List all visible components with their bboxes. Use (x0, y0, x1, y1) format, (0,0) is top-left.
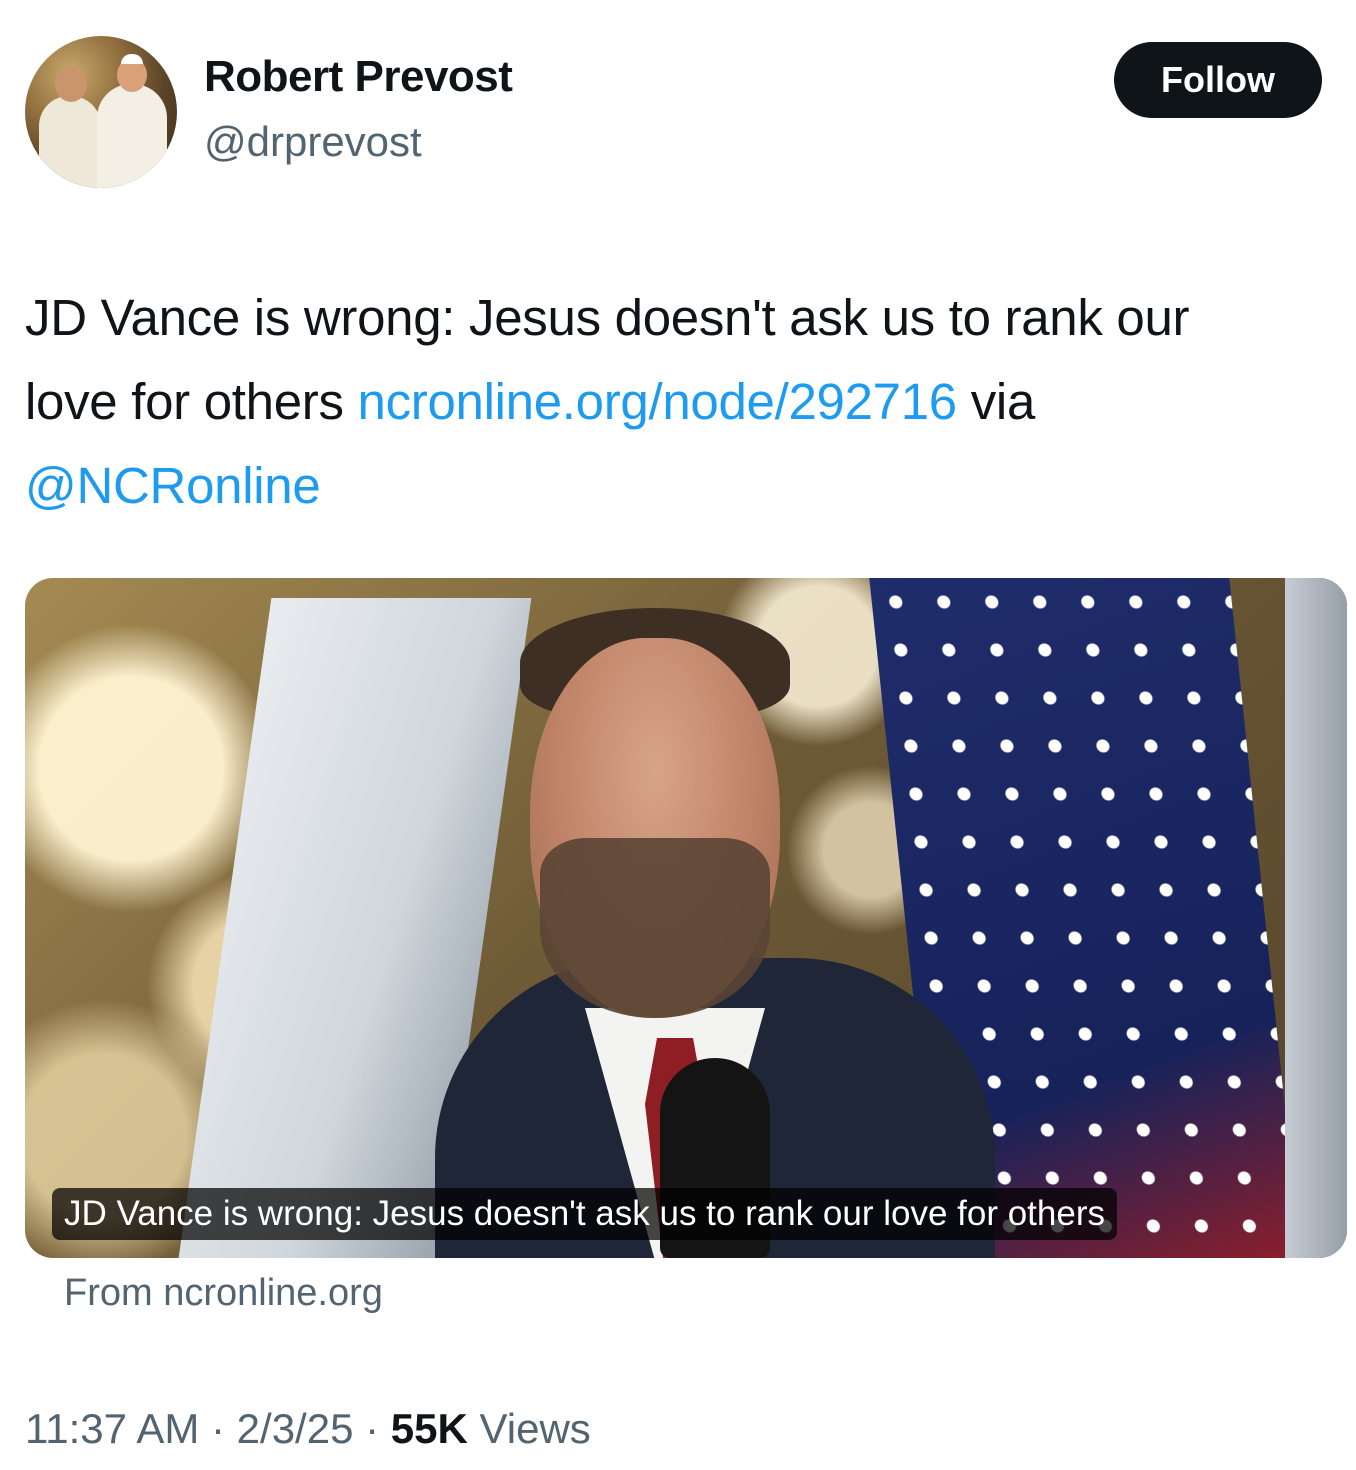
tweet-text-line-3: @NCRonline (25, 444, 1350, 528)
tweet-text: JD Vance is wrong: Jesus doesn't ask us … (25, 276, 1350, 528)
author-avatar[interactable] (25, 36, 177, 188)
tweet-text-line-2: love for others ncronline.org/node/29271… (25, 360, 1350, 444)
card-image-flag-edge (1285, 578, 1347, 1258)
mention-link[interactable]: @NCRonline (25, 457, 321, 514)
avatar-figure-right (97, 84, 167, 188)
tweet-time[interactable]: 11:37 AM (25, 1405, 199, 1452)
tweet-text-line-1: JD Vance is wrong: Jesus doesn't ask us … (25, 289, 1190, 346)
card-caption: JD Vance is wrong: Jesus doesn't ask us … (52, 1188, 1117, 1240)
tweet-link[interactable]: ncronline.org/node/292716 (358, 373, 958, 430)
follow-button[interactable]: Follow (1114, 42, 1322, 118)
tweet-metadata: 11:37 AM · 2/3/25 · 55K Views (25, 1405, 591, 1453)
meta-separator: · (353, 1405, 391, 1452)
author-handle[interactable]: @drprevost (204, 118, 422, 166)
card-source[interactable]: From ncronline.org (64, 1272, 383, 1315)
avatar-skullcap (121, 54, 143, 64)
tweet-text-plain: love for others (25, 373, 358, 430)
tweet-via: via (956, 373, 1036, 430)
avatar-head-left (55, 66, 87, 102)
card-image-beard (540, 838, 770, 1018)
meta-separator: · (199, 1405, 237, 1452)
tweet-date[interactable]: 2/3/25 (237, 1405, 354, 1452)
views-count[interactable]: 55K (391, 1405, 468, 1452)
avatar-figure-left (39, 96, 101, 188)
views-label: Views (467, 1405, 591, 1452)
link-preview-card[interactable]: JD Vance is wrong: Jesus doesn't ask us … (25, 578, 1347, 1258)
author-name[interactable]: Robert Prevost (204, 52, 513, 102)
